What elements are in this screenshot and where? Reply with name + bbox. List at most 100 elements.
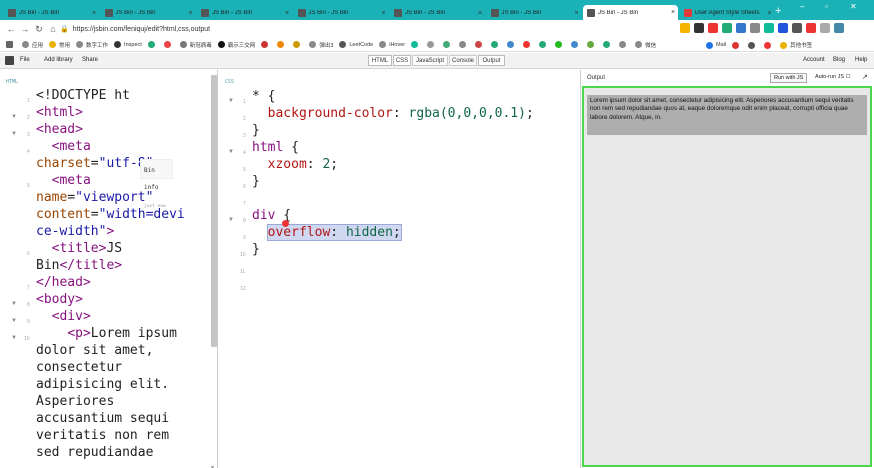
bin-info-tooltip[interactable]: Bin info just now [140,159,173,209]
bookmark-item[interactable] [523,41,533,49]
bookmark-item[interactable] [443,41,453,49]
browser-tab[interactable]: JS Bin - JS Bin × [197,6,292,20]
account-link[interactable]: Account [803,57,825,63]
code-line: <body> [36,292,83,307]
run-with-js-button[interactable]: Run with JS [770,73,808,83]
bookmark-item[interactable] [491,41,501,49]
close-tab-icon[interactable]: × [572,10,581,17]
bookmark-item[interactable]: iHover [379,41,405,49]
url-field[interactable]: 🔒 https://jsbin.com/feniquj/edit?html,cs… [60,22,700,36]
bookmark-item[interactable]: 数字工作 [76,41,108,49]
profile-avatar[interactable] [834,23,844,33]
css-editor-panel[interactable]: CSS ▼ 1 * { 2 background-color: rgba(0,0,… [219,70,581,468]
close-tab-icon[interactable]: × [379,10,388,17]
browser-tab[interactable]: JS Bin - JS Bin × [4,6,99,20]
home-icon[interactable]: ⌂ [46,24,60,34]
bookmark-item[interactable] [261,41,271,49]
add-library-link[interactable]: Add library [44,57,73,63]
extension-icon[interactable] [694,23,704,33]
bookmark-item[interactable]: 微信 [635,41,656,49]
reload-icon[interactable]: ↻ [32,24,46,35]
share-link[interactable]: Share [82,57,98,63]
html-editor-panel[interactable]: HTML 1 <!DOCTYPE ht ▼ 2 <html> ▼ 3 <head> … [0,70,218,468]
close-tab-icon[interactable]: × [765,10,774,17]
browser-tab[interactable]: JS Bin - JS Bin × [101,6,196,20]
close-tab-icon[interactable]: × [283,10,292,17]
tab-javascript-panel[interactable]: JavaScript [412,55,448,66]
tab-output-panel[interactable]: Output [478,55,505,66]
bookmark-item[interactable]: 霸示三交网 [217,41,255,49]
scroll-down-icon[interactable]: ▼ [211,460,214,468]
html-panel-label[interactable]: HTML [6,74,18,91]
file-menu[interactable]: File [20,57,30,63]
code-line: <title>JS [51,241,123,256]
output-panel-label[interactable]: Output [587,75,605,81]
tab-console-panel[interactable]: Console [449,55,477,66]
checkbox-icon[interactable]: ☐ [846,74,851,80]
browser-tab[interactable]: JS Bin - JS Bin × [294,6,389,20]
bookmark-item[interactable] [764,41,774,49]
bookmark-item[interactable] [427,41,437,49]
bookmark-item[interactable] [411,41,421,49]
bookmark-item[interactable] [748,41,758,49]
help-link[interactable]: Help [855,57,867,63]
extension-icon[interactable] [820,23,830,33]
forward-icon[interactable]: → [18,24,32,34]
close-tab-icon[interactable]: × [669,9,678,16]
extension-icon[interactable] [778,23,788,33]
bookmark-item[interactable]: Mail [706,41,726,49]
autorun-checkbox[interactable]: Auto-run JS ☐ [815,74,851,80]
output-iframe[interactable]: Lorem ipsum dolor sit amet, consectetur … [582,86,872,467]
bookmark-item[interactable] [587,41,597,49]
bookmark-label: LeetCode [349,41,374,48]
browser-tab[interactable]: User Agent Style Sheets × [680,6,775,20]
bookmark-item[interactable] [555,41,565,49]
bookmark-item[interactable] [147,41,158,49]
browser-tab[interactable]: JS Bin - JS Bin × [487,6,582,20]
bookmark-item[interactable]: 常用 [49,41,70,49]
close-tab-icon[interactable]: × [186,10,195,17]
bookmark-item[interactable] [277,41,287,49]
bookmark-item[interactable] [619,41,629,49]
maximize-button[interactable]: ▫ [825,2,828,11]
bookmark-item[interactable]: 弹出3 [309,41,333,49]
bookmark-item[interactable]: 其他书签 [780,41,812,49]
browser-tab[interactable]: JS Bin - JS Bin × [583,5,678,20]
css-panel-label[interactable]: CSS [225,74,234,91]
extension-icon[interactable] [806,23,816,33]
bookmark-item[interactable] [459,41,469,49]
close-tab-icon[interactable]: × [476,10,485,17]
extension-icon[interactable] [792,23,802,33]
bookmark-item[interactable] [475,41,485,49]
bookmark-item[interactable]: 应用 [22,41,43,49]
html-scrollbar[interactable] [211,75,217,347]
bookmark-item[interactable]: Inspect [114,41,142,49]
blog-link[interactable]: Blog [833,57,845,63]
bookmark-item[interactable] [507,41,517,49]
tab-css-panel[interactable]: CSS [393,55,411,66]
bookmark-item[interactable]: LeetCode [339,41,373,49]
new-tab-button[interactable]: + [775,6,781,17]
apps-icon[interactable] [6,41,16,48]
popout-icon[interactable]: ↗ [862,73,868,81]
minimize-button[interactable]: – [800,2,804,11]
jsbin-logo-icon[interactable] [5,56,14,65]
star-icon[interactable] [680,23,690,33]
bookmark-item[interactable] [163,41,174,49]
close-window-button[interactable]: ✕ [850,2,857,11]
tab-html-panel[interactable]: HTML [368,55,392,66]
bookmark-item[interactable] [571,41,581,49]
back-icon[interactable]: ← [4,24,18,34]
bookmark-item[interactable] [539,41,549,49]
browser-tab[interactable]: JS Bin - JS Bin × [390,6,485,20]
bookmark-item[interactable] [293,41,303,49]
extension-icon[interactable] [722,23,732,33]
bookmark-item[interactable]: 新冠病毒 [179,41,212,49]
extension-icon[interactable] [736,23,746,33]
bookmark-item[interactable] [603,41,613,49]
bookmark-item[interactable] [732,41,742,49]
extension-icon[interactable] [764,23,774,33]
extension-icon[interactable] [708,23,718,33]
extension-icon[interactable] [750,23,760,33]
close-tab-icon[interactable]: × [90,10,99,17]
